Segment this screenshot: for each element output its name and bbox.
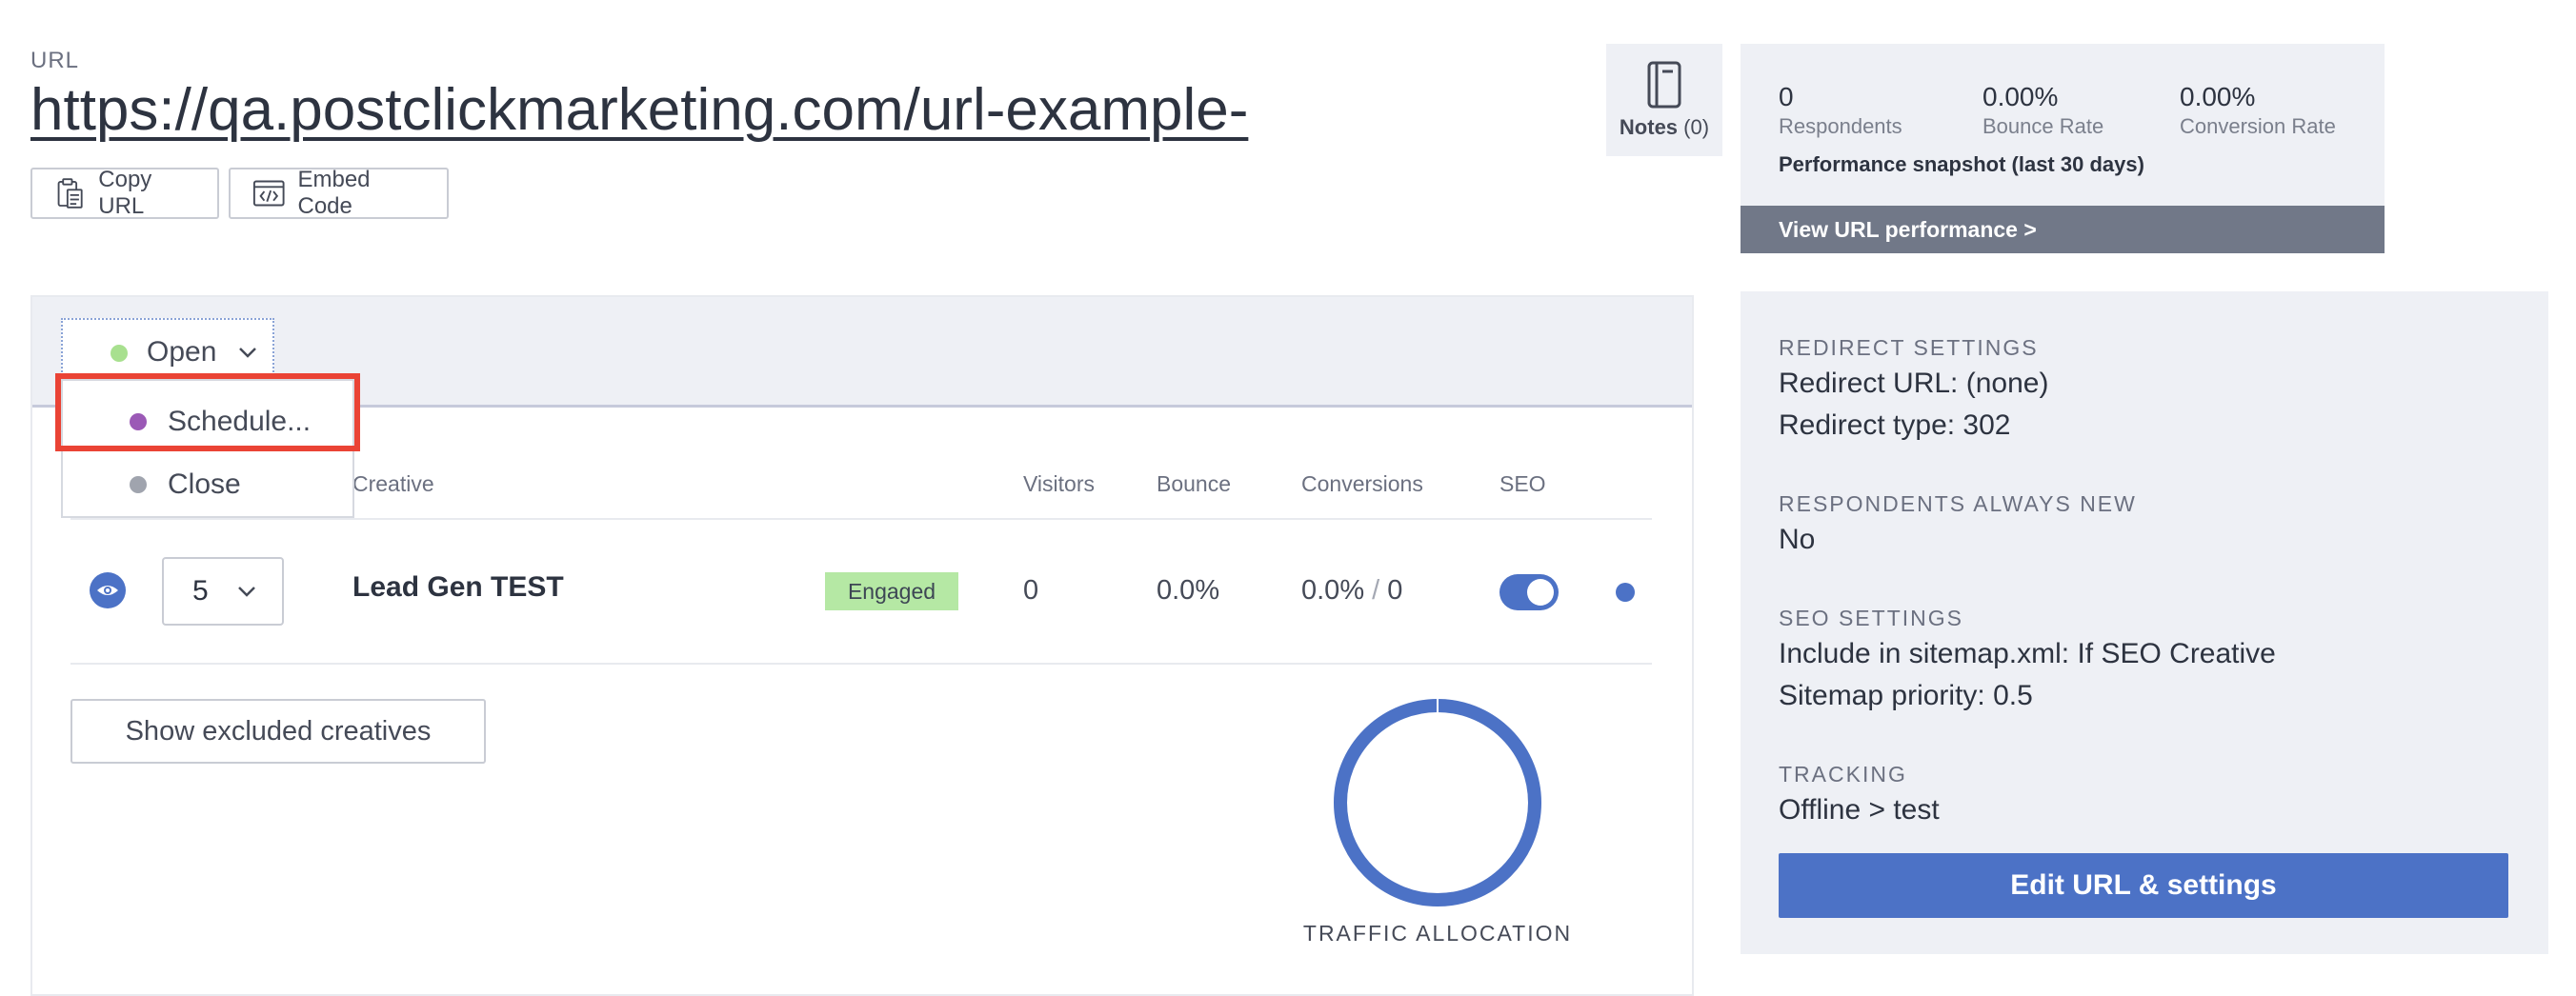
- url-link[interactable]: https://qa.postclickmarketing.com/url-ex…: [30, 76, 1248, 144]
- status-menu: Schedule... Close: [61, 379, 354, 518]
- menu-item-close[interactable]: Close: [63, 453, 352, 516]
- visitors-value: 0: [1023, 575, 1039, 606]
- performance-snapshot: 0 Respondents 0.00% Bounce Rate 0.00% Co…: [1741, 44, 2385, 253]
- url-label: URL: [30, 48, 80, 73]
- tracking-value: Offline > test: [1779, 794, 1940, 826]
- status-open-dot: [111, 345, 128, 362]
- status-badge: Engaged: [825, 572, 958, 610]
- weight-dropdown[interactable]: 5: [162, 557, 284, 626]
- clipboard-icon: [57, 178, 83, 209]
- respondents-always-new-value: No: [1779, 524, 1816, 555]
- notes-button[interactable]: Notes (0): [1606, 44, 1722, 156]
- preview-button[interactable]: [90, 572, 126, 608]
- close-dot: [130, 476, 147, 493]
- stat-bounce-rate: 0.00% Bounce Rate: [1982, 82, 2104, 138]
- conversions-value: 0.0% / 0: [1301, 575, 1403, 606]
- performance-title: Performance snapshot (last 30 days): [1779, 152, 2144, 176]
- col-header-creative: Creative: [352, 471, 434, 496]
- traffic-allocation-label: TRAFFIC ALLOCATION: [1302, 921, 1573, 946]
- seo-sitemap: Include in sitemap.xml: If SEO Creative: [1779, 638, 2276, 669]
- redirect-settings-title: REDIRECT SETTINGS: [1779, 335, 2039, 360]
- row-divider: [70, 663, 1652, 665]
- seo-settings-title: SEO SETTINGS: [1779, 606, 1963, 630]
- redirect-url: Redirect URL: (none): [1779, 368, 2049, 399]
- tracking-title: TRACKING: [1779, 762, 1907, 787]
- stat-respondents: 0 Respondents: [1779, 82, 1902, 138]
- redirect-type: Redirect type: 302: [1779, 409, 2011, 441]
- bounce-value: 0.0%: [1157, 575, 1220, 606]
- notes-label: Notes (0): [1619, 115, 1710, 139]
- embed-code-label: Embed Code: [297, 167, 371, 219]
- col-header-bounce: Bounce: [1157, 471, 1232, 496]
- eye-icon: [97, 586, 118, 595]
- status-current-label: Open: [147, 336, 217, 368]
- edit-url-settings-button[interactable]: Edit URL & settings: [1779, 853, 2508, 918]
- creatives-panel: Open Schedule... Close Creative Visitors…: [30, 295, 1694, 996]
- copy-url-button[interactable]: Copy URL: [30, 167, 219, 219]
- show-excluded-creatives-button[interactable]: Show excluded creatives: [70, 699, 486, 764]
- toggle-knob: [1527, 579, 1554, 606]
- respondents-always-new-title: RESPONDENTS ALWAYS NEW: [1779, 491, 2137, 516]
- chevron-down-icon: [237, 587, 255, 597]
- col-header-seo: SEO: [1499, 471, 1546, 496]
- seo-toggle[interactable]: [1499, 574, 1559, 610]
- settings-panel: REDIRECT SETTINGS Redirect URL: (none) R…: [1741, 291, 2548, 954]
- schedule-dot: [130, 413, 147, 430]
- embed-code-button[interactable]: Embed Code: [229, 167, 449, 219]
- col-header-conversions: Conversions: [1301, 471, 1423, 496]
- stat-conversion-rate: 0.00% Conversion Rate: [2180, 82, 2336, 138]
- copy-url-label: Copy URL: [98, 167, 152, 219]
- row-status-dot: [1616, 583, 1635, 602]
- col-header-visitors: Visitors: [1023, 471, 1095, 496]
- chevron-down-icon: [239, 348, 257, 358]
- creative-name[interactable]: Lead Gen TEST: [352, 571, 564, 604]
- view-url-performance-link[interactable]: View URL performance >: [1741, 206, 2385, 253]
- header-divider: [70, 518, 1652, 520]
- menu-item-schedule[interactable]: Schedule...: [63, 390, 352, 453]
- seo-priority: Sitemap priority: 0.5: [1779, 680, 2033, 711]
- code-window-icon: [252, 180, 285, 207]
- notebook-icon: [1647, 61, 1681, 109]
- traffic-allocation-donut: [1334, 697, 1541, 906]
- status-dropdown[interactable]: Open: [61, 318, 274, 387]
- weight-value: 5: [192, 575, 209, 607]
